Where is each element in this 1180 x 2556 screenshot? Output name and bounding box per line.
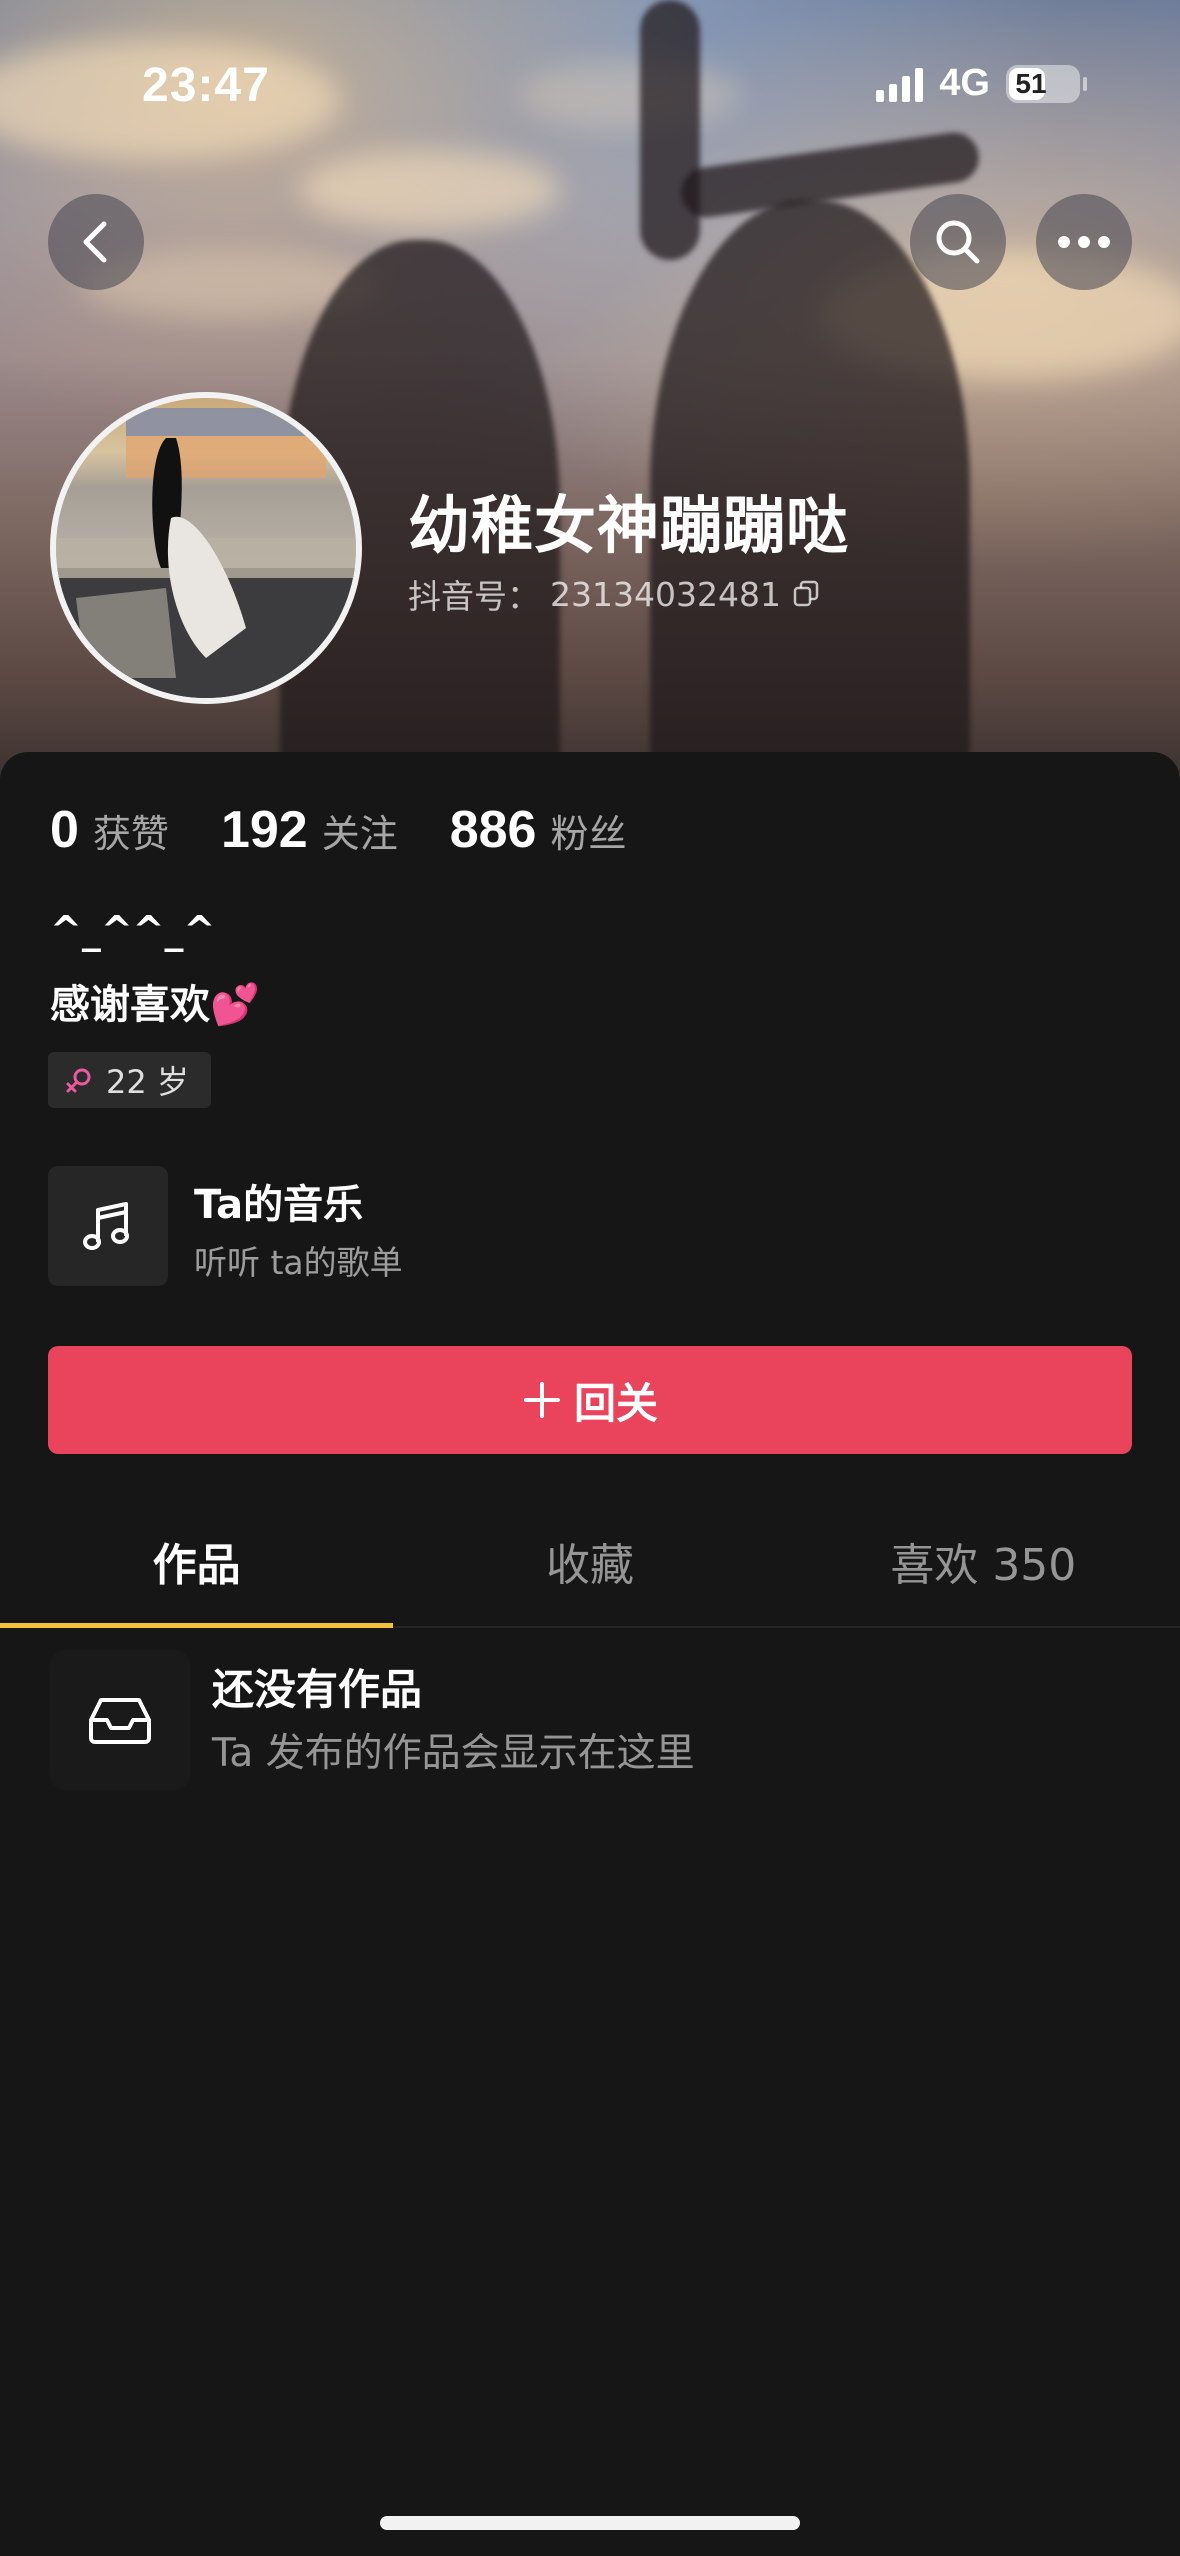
profile-stats: 0 获赞 192 关注 886 粉丝 (50, 800, 679, 860)
empty-state-icon (50, 1650, 190, 1790)
empty-state-title: 还没有作品 (212, 1665, 423, 1714)
stat-followers-value: 886 (449, 801, 537, 859)
douyin-id-label: 抖音号： (408, 577, 540, 616)
douyin-id-value: 23134032481 (550, 574, 781, 614)
profile-nickname: 幼稚女神蹦蹦哒 (408, 489, 850, 562)
stat-following-value: 192 (220, 801, 308, 859)
bio-line-2: 感谢喜欢💕 (50, 982, 260, 1028)
bio-line-1: ^_^^_^ (50, 908, 216, 952)
stat-likes[interactable]: 0 获赞 (50, 800, 169, 860)
female-icon (66, 1068, 91, 1093)
chevron-left-icon (83, 221, 107, 263)
age-tag-label: 22 岁 (106, 1063, 189, 1101)
tab-likes[interactable]: 喜欢 350 (787, 1496, 1180, 1626)
battery-level: 51 (1015, 67, 1047, 99)
signal-icon (876, 66, 924, 102)
douyin-id: 抖音号： 23134032481 (408, 570, 821, 618)
status-time: 23:47 (142, 59, 270, 112)
tab-works[interactable]: 作品 (0, 1496, 394, 1628)
stat-followers[interactable]: 886 粉丝 (450, 800, 627, 860)
music-title[interactable]: Ta的音乐 (194, 1172, 363, 1230)
age-tag: 22 岁 (48, 1052, 211, 1108)
stat-following[interactable]: 192 关注 (221, 800, 398, 860)
follow-back-button[interactable]: 回关 (48, 1346, 1132, 1454)
plus-icon (523, 1382, 560, 1418)
search-icon (936, 220, 980, 264)
status-indicators: 4G 51 (876, 62, 1087, 105)
stat-followers-label: 粉丝 (550, 812, 627, 856)
stat-likes-value: 0 (50, 801, 79, 859)
ellipsis-icon (1058, 236, 1110, 248)
empty-state-subtitle: Ta 发布的作品会显示在这里 (212, 1731, 695, 1776)
more-button[interactable] (1036, 194, 1132, 290)
tab-favorites[interactable]: 收藏 (393, 1496, 786, 1626)
search-button[interactable] (910, 194, 1006, 290)
stat-following-label: 关注 (321, 812, 398, 856)
network-type: 4G (939, 62, 990, 104)
stat-likes-label: 获赞 (92, 812, 169, 856)
music-note-icon (83, 1202, 129, 1250)
follow-back-label: 回关 (573, 1378, 658, 1428)
avatar-image (56, 408, 356, 698)
home-indicator[interactable] (380, 2516, 800, 2530)
music-subtitle: 听听 ta的歌单 (194, 1243, 403, 1282)
avatar[interactable] (50, 392, 362, 704)
music-entry-icon[interactable] (48, 1166, 168, 1286)
profile-tabs: 作品 收藏 喜欢 350 (0, 1496, 1180, 1628)
copy-icon[interactable] (791, 579, 821, 609)
battery-icon: 51 (1006, 64, 1087, 103)
back-button[interactable] (48, 194, 144, 290)
inbox-icon (89, 1698, 151, 1744)
